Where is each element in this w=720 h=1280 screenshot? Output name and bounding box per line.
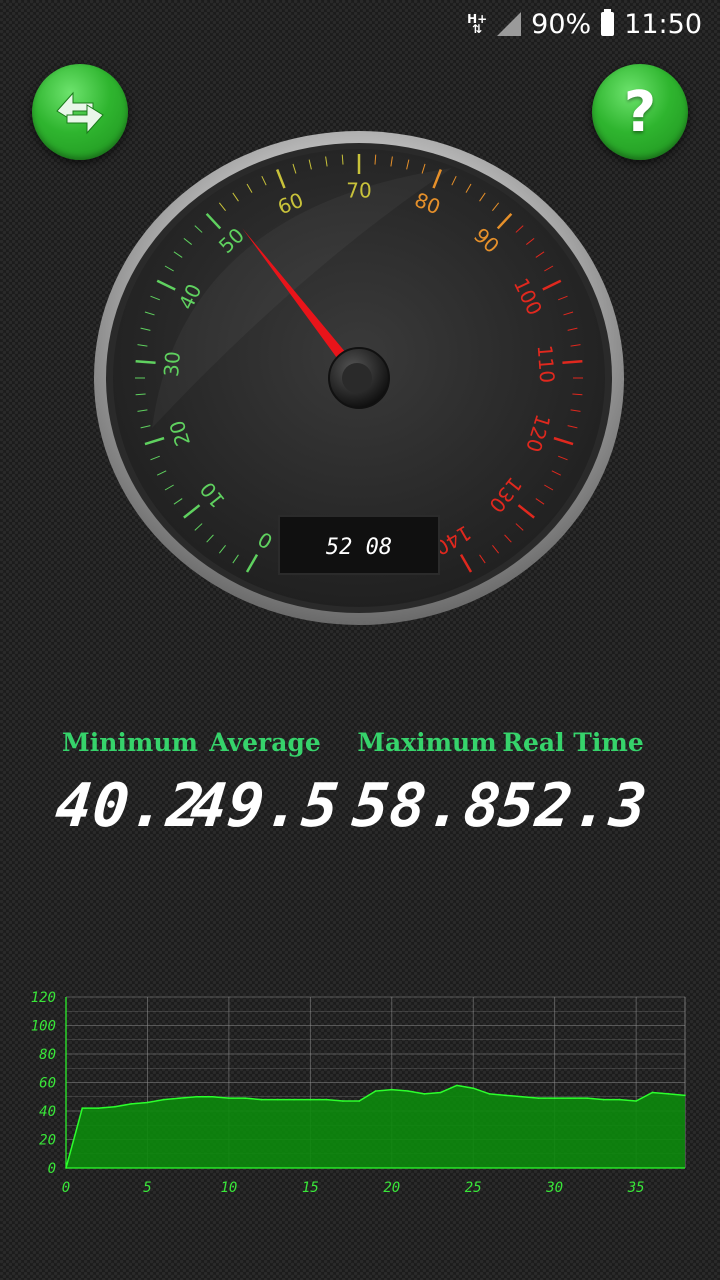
chart-x-tick-label: 30 — [545, 1180, 563, 1196]
maximum-value: 58.8 — [349, 771, 505, 841]
chart-point — [244, 1097, 246, 1099]
chart-point — [651, 1091, 654, 1094]
network-type-icon: H+ ⇅ — [467, 12, 488, 36]
chart-point — [619, 1098, 621, 1101]
clock: 11:50 — [624, 8, 702, 40]
chart-point — [553, 1097, 556, 1099]
chart-point — [97, 1107, 100, 1109]
chart-point — [130, 1103, 132, 1105]
chart-point — [146, 1101, 149, 1104]
stat-maximum: Maximum 58.8 — [349, 728, 505, 841]
chart-point — [423, 1093, 426, 1095]
gauge-tick — [135, 360, 156, 365]
chart-y-tick-label: 120 — [31, 990, 56, 1006]
chart-y-tick-label: 60 — [39, 1076, 56, 1092]
chart-point — [114, 1105, 116, 1108]
chart-point — [488, 1093, 491, 1095]
chart-point — [179, 1097, 181, 1099]
chart-point — [456, 1084, 458, 1087]
chart-point — [407, 1090, 409, 1092]
gauge-tick-label: 30 — [159, 350, 185, 377]
chart-point — [309, 1098, 312, 1101]
chart-x-tick-label: 35 — [627, 1180, 645, 1196]
chart-point — [521, 1095, 523, 1098]
chart-point — [293, 1098, 295, 1101]
signal-icon — [497, 12, 522, 36]
maximum-label: Maximum — [357, 728, 497, 757]
chart-point — [635, 1100, 637, 1102]
chart-point — [439, 1091, 442, 1094]
chart-point — [570, 1097, 572, 1099]
realtime-label: Real Time — [502, 728, 644, 757]
chart-y-tick-label: 40 — [39, 1104, 56, 1120]
chart-point — [276, 1098, 279, 1101]
chart-point — [667, 1093, 670, 1095]
digital-readout: 52 08 — [326, 535, 392, 560]
chart-point — [472, 1087, 475, 1089]
chart-x-tick-label: 5 — [143, 1180, 151, 1196]
gauge-tick-label: 110 — [533, 344, 560, 384]
minimum-value: 40.2 — [52, 771, 208, 841]
chart-point — [505, 1094, 507, 1097]
average-label: Average — [209, 728, 321, 757]
chart-point — [684, 1094, 686, 1097]
chart-point — [195, 1095, 198, 1098]
chart-y-tick-label: 80 — [39, 1047, 56, 1063]
chart-x-tick-label: 15 — [302, 1180, 319, 1196]
help-icon: ? — [623, 79, 657, 145]
chart-point — [260, 1098, 263, 1101]
needle-hub-cap — [342, 363, 372, 393]
chart-point — [586, 1097, 589, 1099]
stat-realtime: Real Time 52.3 — [495, 728, 651, 841]
chart-area-fill — [66, 1085, 685, 1168]
realtime-value: 52.3 — [495, 771, 651, 841]
chart-point — [325, 1098, 328, 1101]
chart-x-tick-label: 20 — [383, 1180, 400, 1196]
stat-minimum: Minimum 40.2 — [52, 728, 208, 841]
chart-point — [228, 1097, 230, 1099]
speedometer: 0102030405060 70 8090100110120130140 52 08 — [94, 131, 624, 625]
chart-point — [602, 1098, 605, 1101]
minimum-label: Minimum — [62, 728, 198, 757]
stat-average: Average 49.5 — [187, 728, 343, 841]
chart-point — [211, 1095, 214, 1098]
chart-point — [374, 1090, 377, 1092]
chart-y-tick-label: 100 — [31, 1019, 56, 1035]
chart-point — [342, 1100, 344, 1102]
chart-point — [358, 1100, 361, 1102]
status-bar: H+ ⇅ 90% 11:50 — [0, 0, 720, 48]
chart-y-tick-label: 0 — [48, 1161, 56, 1177]
gauge-tick — [562, 360, 583, 365]
chart-point — [390, 1088, 393, 1091]
chart-y-tick-label: 20 — [39, 1133, 56, 1149]
chart-point — [162, 1098, 165, 1101]
battery-percent: 90% — [531, 8, 592, 40]
chart-point — [81, 1107, 84, 1109]
average-value: 49.5 — [187, 771, 343, 841]
chart-x-tick-label: 25 — [465, 1180, 482, 1196]
chart-x-tick-label: 0 — [62, 1180, 70, 1196]
speed-history-chart: 0 20 40 60 80 100 120 0 5 10 15 20 25 30 35 — [31, 990, 686, 1196]
gauge-tick-label: 70 — [346, 179, 371, 203]
battery-icon — [601, 9, 615, 36]
chart-point — [537, 1097, 540, 1099]
chart-x-tick-label: 10 — [220, 1180, 237, 1196]
